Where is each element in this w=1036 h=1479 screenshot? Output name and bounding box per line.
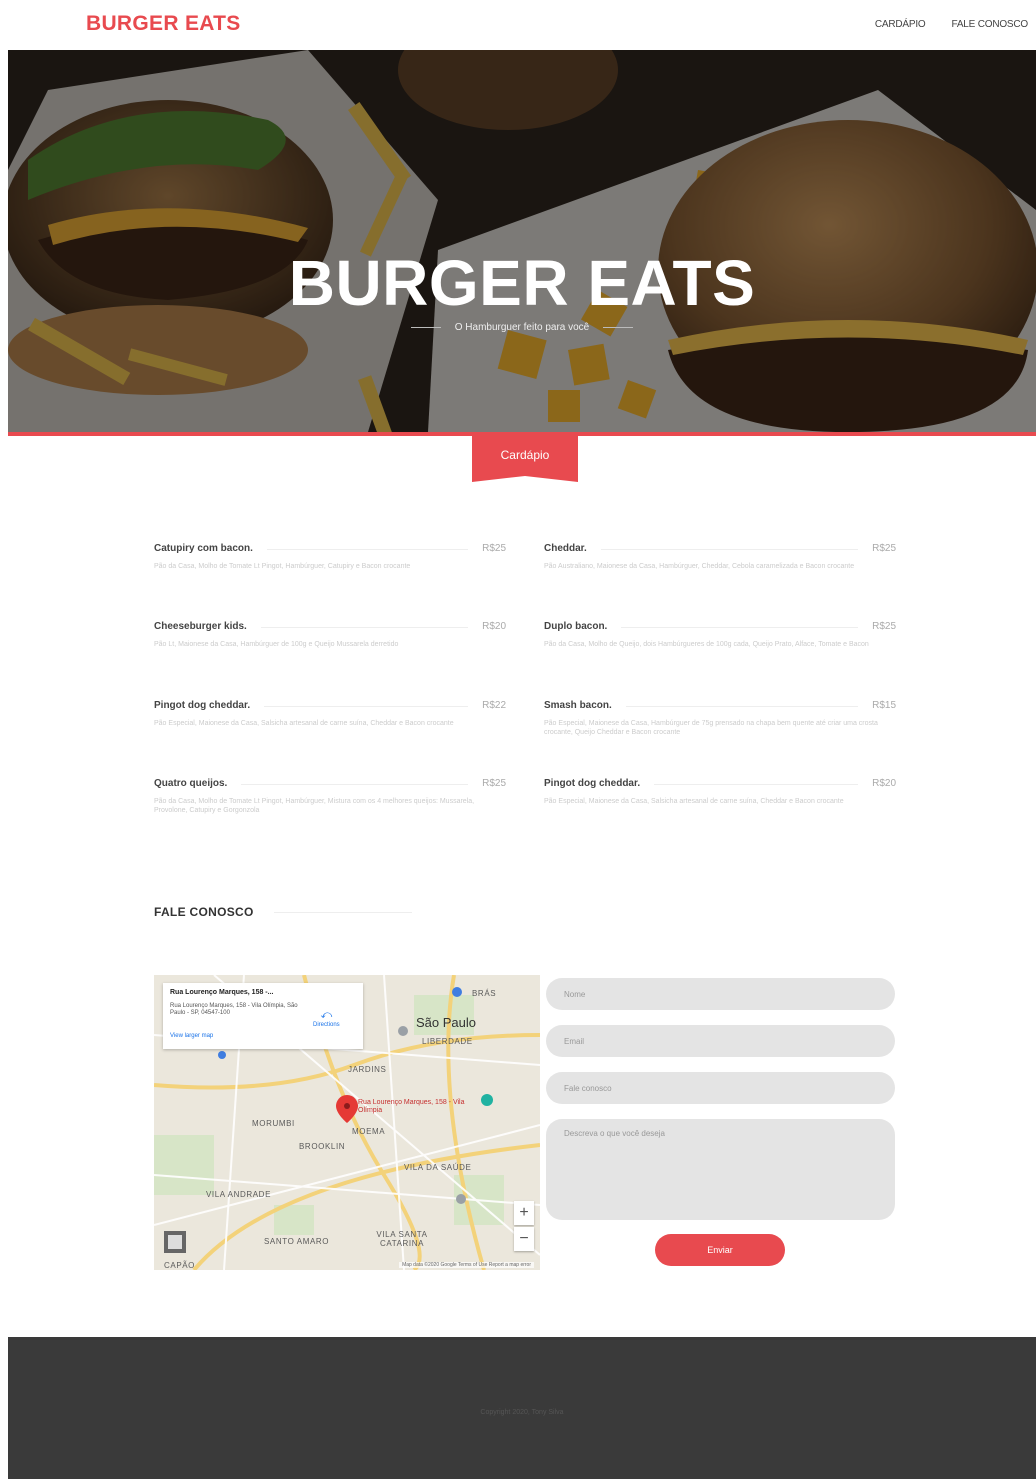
menu-item-description: Pão Especial, Maionese da Casa, Hambúrgu… [544,720,878,736]
menu-item-name: Catupiry com bacon. [154,543,253,554]
menu-item-name: Pingot dog cheddar. [154,700,251,711]
phone-field-wrapper [546,1072,895,1104]
leader-line [241,783,469,785]
leader-line [260,626,469,628]
map-place-label: BRÁS [472,989,497,998]
menu-item-name: Smash bacon. [544,700,612,711]
leader-line [625,705,859,707]
menu-item-description: Pão da Casa, Molho de Queijo, dois Hambú… [544,641,869,648]
menu-item-name: Quatro queijos. [154,778,228,789]
nav-link-cardapio[interactable]: CARDÁPIO [875,19,926,30]
menu-item: Catupiry com bacon. R$25 Pão da Casa, Mol… [154,543,506,571]
map-zoom-in-button[interactable]: + [514,1201,534,1225]
map-place-label: São Paulo [416,1015,476,1030]
menu-item-description: Pão Lt, Maionese da Casa, Hambúrguer de … [154,641,399,648]
map-pin-label: Rua Lourenço Marques, 158 - Vila Olímpia [358,1099,465,1114]
message-field-wrapper [546,1119,895,1220]
map-place-label: VILA SANTA CATARINA [376,1230,428,1248]
submit-button[interactable]: Enviar [655,1234,785,1266]
map-zoom-out-button[interactable]: − [514,1227,534,1251]
section-label-cardapio: Cardápio [500,448,550,462]
menu-item-price: R$22 [482,700,506,711]
menu-item: Pingot dog cheddar. R$22 Pão Especial, Ma… [154,700,506,728]
menu-item: Pingot dog cheddar. R$20 Pão Especial, Ma… [544,778,896,806]
phone-input[interactable] [564,1072,884,1104]
leader-line [621,626,859,628]
site-footer: Copyright 2020, Tony Silva [8,1337,1036,1479]
menu-item-description: Pão da Casa, Molho de Tomate Lt Pingot, … [154,798,475,814]
hero-subtitle-text: O Hamburguer feito para você [454,322,590,333]
contact-section-title: FALE CONOSCO [154,905,254,919]
menu-item-name: Cheeseburger kids. [154,621,247,632]
leader-line [600,548,859,550]
map-place-label: CAPÃO [164,1261,196,1270]
copyright-text: Copyright 2020, Tony Silva [480,1409,564,1416]
message-textarea[interactable] [564,1129,884,1219]
map-place-label: JARDINS [348,1065,387,1074]
menu-item-price: R$25 [482,543,506,554]
menu-item: Cheeseburger kids. R$20 Pão Lt, Maionese … [154,621,506,649]
menu-item-price: R$20 [872,778,896,789]
menu-item-name: Cheddar. [544,543,587,554]
menu-item-description: Pão Australiano, Maionese da Casa, Hambú… [544,563,855,570]
map-place-address: Rua Lourenço Marques, 158 - Vila Olímpia… [170,1003,298,1016]
name-field-wrapper [546,978,895,1010]
map-place-label: BROOKLIN [299,1142,346,1151]
name-input[interactable] [564,978,884,1010]
map-place-label: MORUMBI [252,1119,295,1128]
contact-title-rule [274,912,412,913]
map-place-card: Rua Lourenço Marques, 158 -... Rua Loure… [163,983,363,1049]
site-logo[interactable]: BURGER EATS [86,12,241,36]
site-header: BURGER EATS CARDÁPIO FALE CONOSCO [0,0,1036,50]
menu-item-price: R$25 [482,778,506,789]
menu-item-price: R$20 [482,621,506,632]
map-larger-link[interactable]: View larger map [170,1033,213,1039]
map-attribution[interactable]: Map data ©2020 Google Terms of Use Repor… [399,1262,534,1268]
menu-item: Duplo bacon. R$25 Pão da Casa, Molho de Q… [544,621,896,649]
subtitle-rule-right [603,326,634,328]
menu-item: Smash bacon. R$15 Pão Especial, Maionese … [544,700,896,737]
subtitle-rule-left [410,326,441,328]
hero-title: BURGER EATS [288,247,756,319]
menu-item-name: Pingot dog cheddar. [544,778,641,789]
menu-item: Cheddar. R$25 Pão Australiano, Maionese d… [544,543,896,571]
leader-line [266,548,469,550]
map-place-label: LIBERDADE [422,1037,473,1046]
hero-subtitle: O Hamburguer feito para você [8,322,1036,333]
email-field-wrapper [546,1025,895,1057]
menu-item-description: Pão Especial, Maionese da Casa, Salsicha… [154,720,454,727]
map-place-label: VILA DA SAÚDE [404,1163,472,1172]
email-input[interactable] [564,1025,884,1057]
map-place-label: VILA ANDRADE [206,1190,272,1199]
hero-banner: BURGER EATS O Hamburguer feito para você [8,50,1036,432]
main-nav: CARDÁPIO FALE CONOSCO [875,19,1028,30]
map-directions-button[interactable]: ⤺ Directions [313,1009,340,1028]
map-place-title: Rua Lourenço Marques, 158 -... [170,989,274,996]
leader-line [264,705,469,707]
menu-item: Quatro queijos. R$25 Pão da Casa, Molho d… [154,778,506,815]
map-place-label: SANTO AMARO [264,1237,330,1246]
menu-item-description: Pão Especial, Maionese da Casa, Salsicha… [544,798,844,805]
map-directions-label: Directions [313,1022,340,1028]
directions-icon: ⤺ [320,1009,333,1021]
leader-line [654,783,859,785]
menu-item-description: Pão da Casa, Molho de Tomate Lt Pingot, … [154,563,411,570]
menu-item-price: R$25 [872,621,896,632]
nav-link-fale-conosco[interactable]: FALE CONOSCO [951,19,1028,30]
hero-background-image [8,50,1036,432]
menu-item-price: R$15 [872,700,896,711]
map-place-label: MOEMA [352,1127,386,1136]
map-embed[interactable]: Rua Lourenço Marques, 158 -... Rua Loure… [154,975,540,1270]
menu-item-name: Duplo bacon. [544,621,608,632]
menu-item-price: R$25 [872,543,896,554]
